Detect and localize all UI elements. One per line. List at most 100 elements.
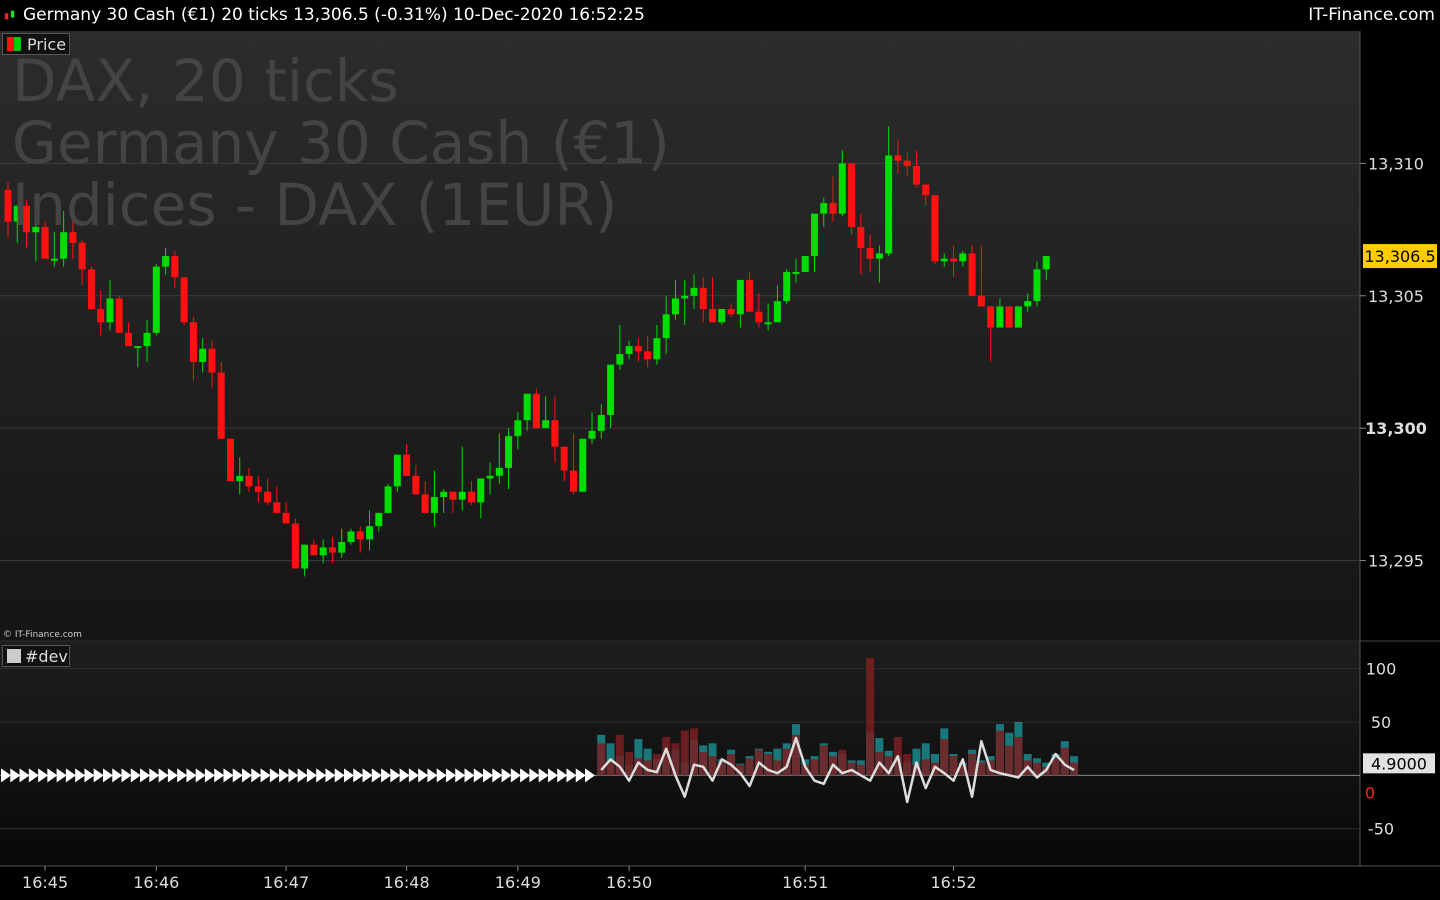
- candle-body: [940, 258, 948, 262]
- candle-body: [430, 497, 438, 513]
- price-tick-label: 13,300: [1365, 419, 1427, 438]
- candle-body: [894, 155, 902, 161]
- indicator-zero-label: 0: [1365, 783, 1375, 802]
- candle-body: [542, 420, 550, 429]
- price-legend[interactable]: Price: [2, 33, 70, 55]
- candle-body: [347, 531, 355, 543]
- candle-body: [885, 155, 893, 254]
- candle-body: [189, 322, 197, 362]
- candle-body: [226, 438, 234, 482]
- candle-body: [671, 298, 679, 315]
- candle-body: [829, 203, 837, 214]
- candle-body: [783, 271, 791, 302]
- candle-body: [950, 258, 958, 262]
- last-price-label: 13,306.5: [1364, 247, 1435, 266]
- candle-body: [1024, 301, 1032, 307]
- candle-body: [421, 494, 429, 513]
- indicator-bar: [968, 754, 977, 776]
- indicator-tick-label: -50: [1368, 820, 1394, 839]
- indicator-bar: [995, 730, 1004, 776]
- candle-body: [310, 544, 318, 556]
- candle-body: [903, 160, 911, 167]
- candle-body: [848, 163, 856, 227]
- candle-body: [375, 512, 383, 527]
- indicator-bar: [597, 743, 606, 776]
- candle-body: [264, 491, 272, 503]
- candle-body: [560, 446, 568, 471]
- candle-body: [143, 332, 151, 347]
- indicator-legend-swatch-icon: [7, 649, 21, 663]
- candle-body: [616, 354, 624, 365]
- indicator-bar: [819, 745, 828, 776]
- candle-body: [764, 322, 772, 325]
- candle-body: [810, 213, 818, 257]
- candle-body: [97, 309, 105, 323]
- candle-body: [384, 486, 392, 513]
- candle-body: [597, 414, 605, 431]
- candle-body: [50, 258, 58, 261]
- candle-body: [301, 544, 309, 569]
- candle-body: [820, 203, 828, 214]
- candle-body: [625, 346, 633, 355]
- candle-body: [551, 420, 559, 447]
- time-tick-label: 16:46: [133, 873, 179, 892]
- price-legend-swatch-icon: [7, 37, 14, 51]
- price-legend-label: Price: [27, 35, 67, 54]
- indicator-bar: [745, 758, 754, 776]
- candle-body: [727, 309, 735, 315]
- candle-body: [217, 372, 225, 439]
- candle-body: [579, 438, 587, 492]
- candle-body: [356, 531, 364, 540]
- watermark-line-2: Germany 30 Cash (€1): [12, 109, 670, 177]
- candle-body: [199, 348, 207, 362]
- candle-body: [366, 526, 374, 540]
- candle-body: [931, 195, 939, 262]
- indicator-value-label: 4.9000: [1371, 754, 1427, 773]
- candlestick-icon: [4, 10, 15, 20]
- candle-body: [162, 256, 170, 267]
- candle-body: [477, 478, 485, 503]
- time-tick-label: 16:48: [384, 873, 430, 892]
- candle-body: [922, 184, 930, 196]
- brand-label[interactable]: IT-Finance.com: [1308, 5, 1435, 25]
- candle-body: [532, 393, 540, 429]
- candle-body: [412, 475, 420, 495]
- candle-body: [245, 475, 253, 487]
- candle-body: [4, 189, 12, 222]
- price-axis-bg: [1360, 31, 1440, 640]
- candle-body: [1014, 306, 1022, 328]
- candle-body: [699, 287, 707, 310]
- candle-body: [152, 266, 160, 333]
- price-legend-swatch-icon-2: [14, 37, 21, 51]
- candle-body: [403, 454, 411, 476]
- indicator-bar: [903, 754, 912, 776]
- copyright: © IT-Finance.com: [3, 630, 82, 640]
- candle-body: [875, 253, 883, 259]
- candle-body: [180, 277, 188, 323]
- candle-body: [634, 346, 642, 352]
- candle-body: [440, 491, 448, 498]
- candle-body: [959, 253, 967, 262]
- candle-body: [393, 454, 401, 487]
- candle-body: [486, 475, 494, 479]
- time-tick-label: 16:50: [606, 873, 652, 892]
- time-tick-label: 16:47: [263, 873, 309, 892]
- candle-body: [690, 287, 698, 296]
- candle-body: [857, 226, 865, 249]
- candle-body: [87, 269, 95, 310]
- candle-body: [338, 542, 346, 553]
- candle-body: [514, 420, 522, 437]
- indicator-legend[interactable]: #dev: [2, 645, 70, 667]
- time-tick-label: 16:45: [22, 873, 68, 892]
- candle-body: [718, 309, 726, 323]
- candle-body: [653, 338, 661, 360]
- watermark-line-1: DAX, 20 ticks: [12, 47, 399, 115]
- candle-body: [254, 486, 262, 492]
- candle-body: [1033, 269, 1041, 302]
- indicator-bar: [921, 759, 930, 776]
- candle-body: [1005, 306, 1013, 328]
- candle-body: [866, 248, 874, 259]
- indicator-bar: [1005, 745, 1014, 776]
- time-tick-label: 16:52: [930, 873, 976, 892]
- candle-body: [106, 298, 114, 323]
